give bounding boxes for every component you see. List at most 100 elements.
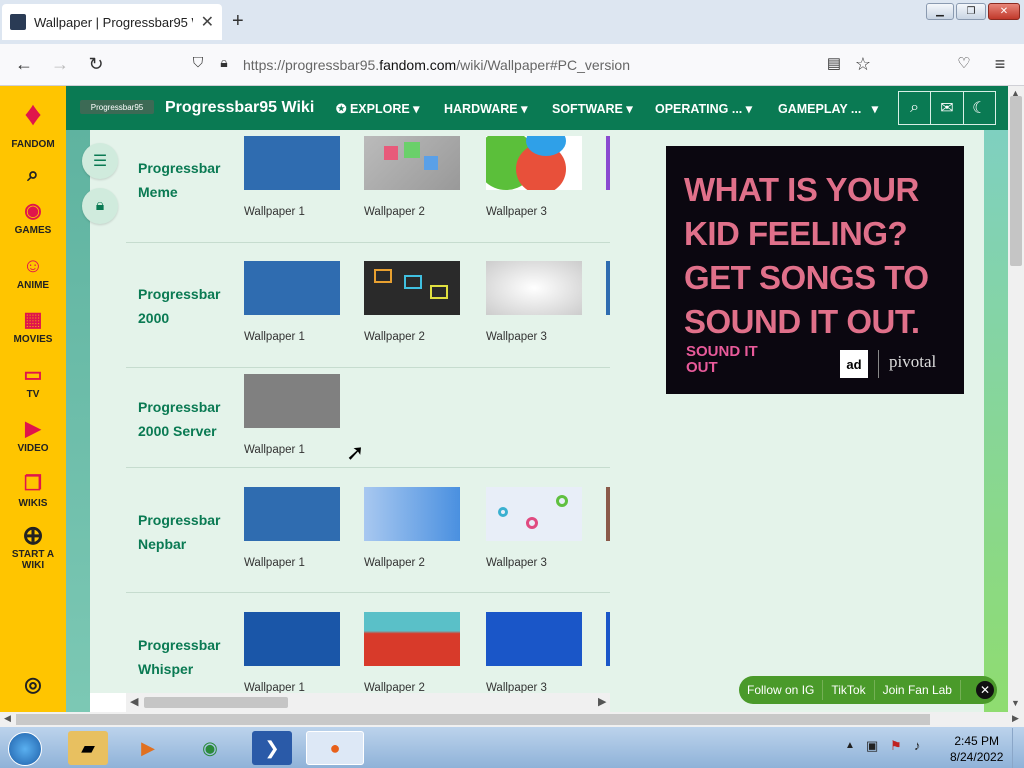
caption: Wallpaper 2: [364, 557, 425, 569]
fandom-nav-wikis[interactable]: ❐ WIKIS: [0, 473, 66, 509]
pocket-icon[interactable]: ♡: [952, 54, 976, 72]
wallpaper-thumbnail[interactable]: [486, 487, 582, 541]
os-name[interactable]: Progressbar Whisper: [138, 633, 238, 681]
anime-face-icon: ☺: [22, 255, 44, 277]
window-close-button[interactable]: ✕: [988, 3, 1020, 20]
wallpaper-square: [404, 275, 422, 289]
tray-expand-icon[interactable]: ▲: [845, 740, 855, 751]
menu-gameplay[interactable]: GAMEPLAY ... ▾: [778, 101, 878, 116]
menu-label: SOFTWARE: [552, 102, 623, 116]
file-explorer-icon[interactable]: ▰: [68, 731, 108, 765]
header-tools: ⌕ ✉ ☾: [898, 91, 996, 125]
os-name[interactable]: Progressbar Nepbar: [138, 508, 238, 556]
wallpaper-thumbnail[interactable]: [486, 261, 582, 315]
wallpaper-thumbnail[interactable]: [364, 612, 460, 666]
fandom-nav-label: MOVIES: [13, 334, 53, 345]
maximize-button[interactable]: ❐: [956, 3, 986, 20]
os-name[interactable]: Progressbar 2000 Server: [138, 395, 238, 443]
fandom-nav-games[interactable]: ◉ GAMES: [0, 200, 66, 236]
taskbar-clock[interactable]: 2:45 PM 8/24/2022: [950, 733, 1003, 765]
menu-operating[interactable]: OPERATING ... ▾: [655, 101, 752, 116]
theme-moon-icon[interactable]: ☾: [964, 92, 995, 124]
close-tab-icon[interactable]: ✕: [201, 12, 214, 32]
fandom-nav-anime[interactable]: ☺ ANIME: [0, 255, 66, 291]
user-account[interactable]: ◎: [0, 674, 66, 699]
minimize-button[interactable]: ▁: [926, 3, 954, 20]
scroll-right-icon[interactable]: ▶: [598, 695, 606, 708]
play-icon: ▶: [25, 418, 41, 440]
wallpaper-thumbnail[interactable]: [486, 136, 582, 190]
os-name[interactable]: Progressbar 2000: [138, 282, 238, 330]
shield-icon[interactable]: ⛉: [186, 54, 210, 71]
discussions-icon[interactable]: ✉: [931, 92, 964, 124]
join-fan-lab-link[interactable]: Join Fan Lab: [875, 680, 961, 700]
wallpaper-thumbnail[interactable]: [606, 136, 610, 190]
wiki-logo[interactable]: Progressbar95: [80, 100, 154, 114]
os-name-line-1: Progressbar: [138, 160, 221, 176]
reload-icon[interactable]: ↻: [84, 54, 108, 75]
wallpaper-thumbnail[interactable]: [364, 136, 460, 190]
browser-hscroll-thumb[interactable]: [16, 714, 930, 725]
wallpaper-thumbnail[interactable]: [244, 487, 340, 541]
wallpaper-thumbnail[interactable]: [244, 374, 340, 428]
network-tray-icon[interactable]: ▣: [866, 738, 878, 754]
wallpaper-thumbnail[interactable]: [606, 261, 610, 315]
media-player-icon[interactable]: ▶: [128, 731, 168, 765]
table-row: Progressbar Nepbar Wallpaper 1 Wallpaper …: [126, 467, 610, 592]
start-a-wiki-button[interactable]: ⊕ START A WIKI: [0, 522, 66, 571]
chrome-icon[interactable]: ◉: [190, 731, 230, 765]
wallpaper-thumbnail[interactable]: [244, 136, 340, 190]
fandom-nav-tv[interactable]: ▭ TV: [0, 364, 66, 400]
wallpaper-square: [374, 269, 392, 283]
wallpaper-thumbnail[interactable]: [606, 487, 610, 541]
scroll-down-icon[interactable]: ▼: [1011, 698, 1020, 708]
wallpaper-thumbnail[interactable]: [606, 612, 610, 666]
ad-brand-logo: SOUND IT OUT: [686, 344, 758, 376]
back-icon[interactable]: ←: [12, 54, 36, 75]
wallpaper-square: [404, 142, 420, 158]
follow-ig-link[interactable]: Follow on IG: [739, 680, 824, 700]
wallpaper-thumbnail[interactable]: [364, 487, 460, 541]
wallpaper-thumbnail[interactable]: [244, 612, 340, 666]
firefox-taskbar-icon[interactable]: ●: [306, 731, 364, 765]
tiktok-link[interactable]: TikTok: [823, 680, 875, 700]
scroll-left-icon[interactable]: ◀: [130, 695, 138, 708]
caption: Wallpaper 1: [244, 444, 305, 456]
reader-view-icon[interactable]: ▤: [822, 54, 846, 72]
fandom-nav-label: VIDEO: [17, 443, 49, 454]
browser-tab[interactable]: Wallpaper | Progressbar95 Wiki ✕: [2, 4, 222, 40]
menu-explore[interactable]: ✪ EXPLORE ▾: [336, 101, 419, 116]
wiki-title[interactable]: Progressbar95 Wiki: [165, 99, 314, 117]
table-row: Progressbar Whisper Wallpaper 1 Wallpaper…: [126, 592, 610, 694]
os-name[interactable]: Progressbar Meme: [138, 156, 238, 204]
start-button[interactable]: [8, 732, 42, 766]
bookmark-star-icon[interactable]: ☆: [851, 54, 875, 75]
table-of-contents-button[interactable]: ☰: [82, 143, 118, 179]
menu-hardware[interactable]: HARDWARE ▾: [444, 101, 527, 116]
fandom-nav-video[interactable]: ▶ VIDEO: [0, 418, 66, 454]
fandom-logo[interactable]: ♦ FANDOM: [0, 92, 66, 150]
menu-software[interactable]: SOFTWARE ▾: [552, 101, 633, 116]
hscroll-left-icon[interactable]: ◀: [4, 713, 11, 724]
table-scroll-thumb[interactable]: [144, 697, 288, 708]
new-tab-button[interactable]: +: [232, 10, 244, 33]
lock-icon[interactable]: 🔒︎: [212, 54, 236, 71]
menu-icon[interactable]: ≡: [988, 54, 1012, 75]
hscroll-right-icon[interactable]: ▶: [1012, 713, 1019, 724]
os-name-line-1: Progressbar: [138, 399, 221, 415]
show-desktop-button[interactable]: [1012, 728, 1024, 768]
wallpaper-thumbnail[interactable]: [486, 612, 582, 666]
forward-icon[interactable]: →: [48, 54, 72, 75]
page-scroll-thumb[interactable]: [1010, 96, 1022, 266]
social-bar-close-icon[interactable]: ✕: [976, 681, 994, 699]
powershell-icon[interactable]: ❯: [252, 731, 292, 765]
action-center-icon[interactable]: ⚑: [890, 738, 902, 754]
page-lock-button[interactable]: 🔒︎: [82, 188, 118, 224]
fandom-search[interactable]: ⌕: [0, 164, 66, 189]
volume-icon[interactable]: ♪: [914, 738, 921, 753]
clock-date: 8/24/2022: [950, 750, 1004, 764]
wiki-search-icon[interactable]: ⌕: [899, 92, 932, 124]
wallpaper-thumbnail[interactable]: [364, 261, 460, 315]
wallpaper-thumbnail[interactable]: [244, 261, 340, 315]
fandom-nav-movies[interactable]: ▦ MOVIES: [0, 309, 66, 345]
